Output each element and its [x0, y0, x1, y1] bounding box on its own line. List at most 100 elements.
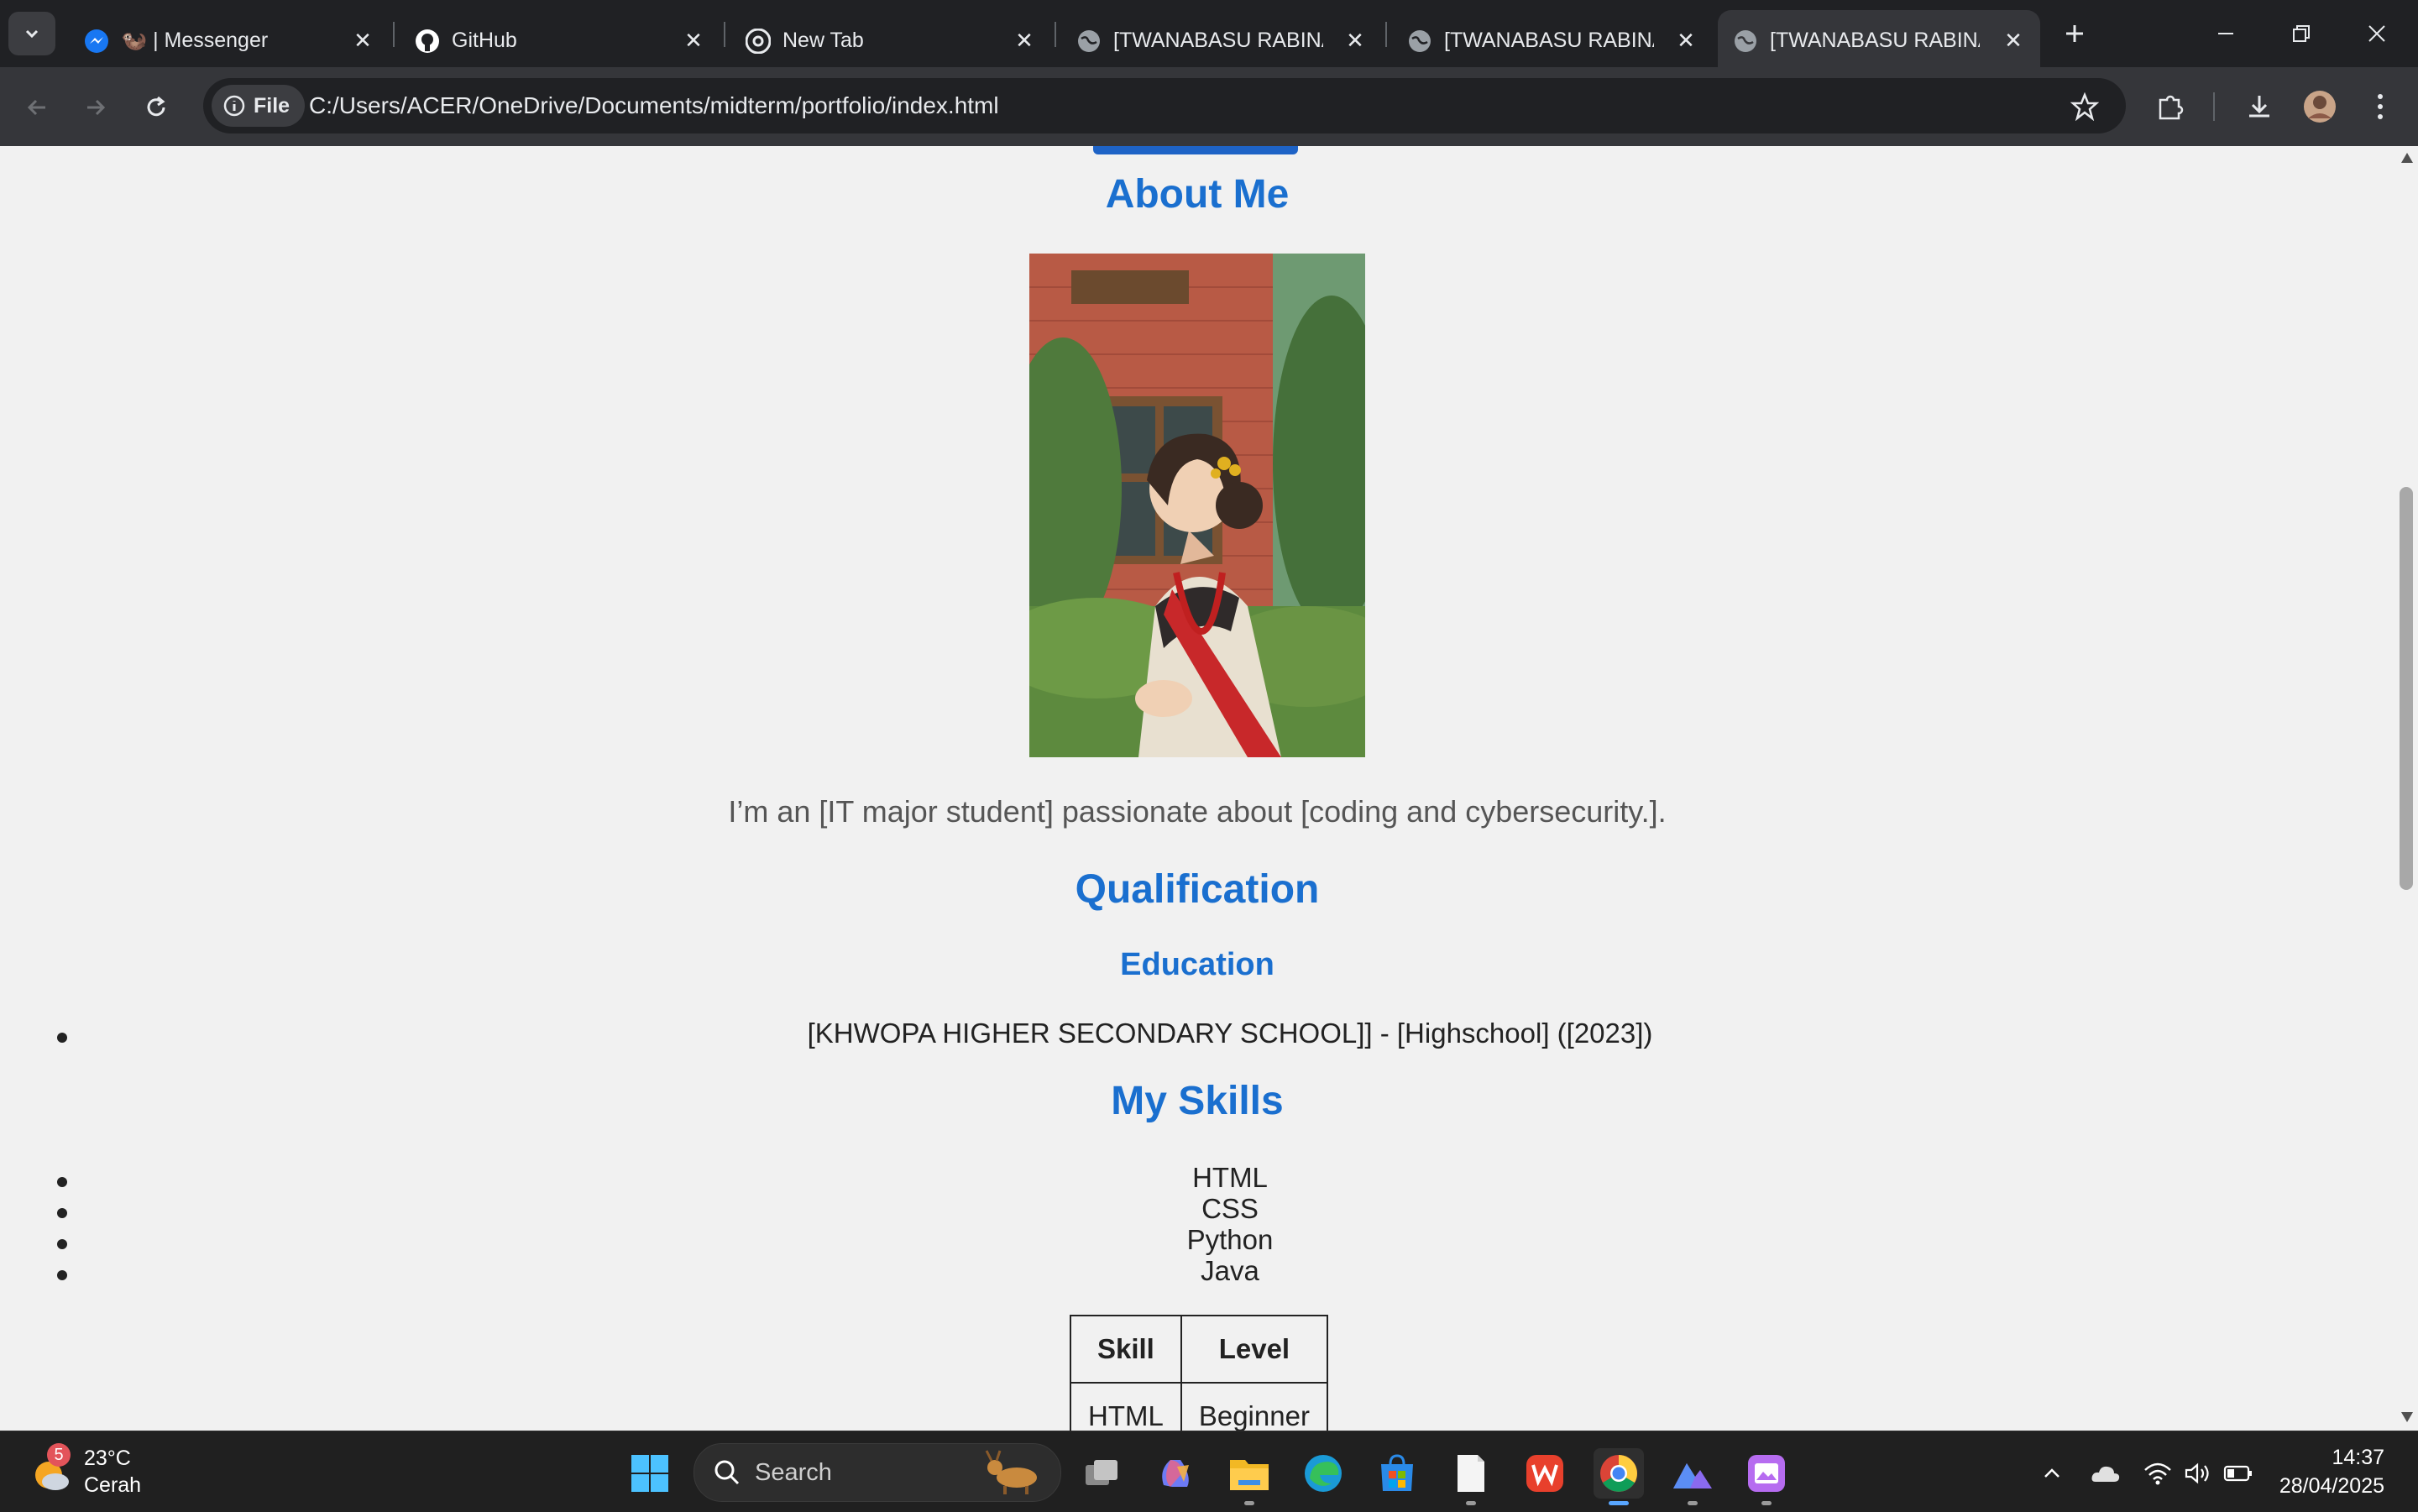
copilot-icon [1162, 1460, 1189, 1487]
volume-icon[interactable] [2181, 1457, 2215, 1490]
notepad-button[interactable] [1446, 1448, 1496, 1505]
info-icon [223, 95, 245, 117]
close-icon[interactable]: ✕ [1674, 28, 1698, 53]
back-button[interactable] [17, 87, 57, 128]
close-icon[interactable]: ✕ [1343, 28, 1367, 53]
page-viewport: About Me I’m an [IT major student] passi… [0, 146, 2394, 1431]
table-header: Level [1180, 1315, 1328, 1384]
restore-icon [2293, 25, 2310, 42]
toolbar-divider [2213, 92, 2215, 121]
url-text[interactable]: C:/Users/ACER/OneDrive/Documents/midterm… [309, 92, 999, 119]
list-bullet [57, 1270, 67, 1280]
mountain-icon [1673, 1463, 1712, 1488]
bookmark-star-button[interactable] [2064, 86, 2106, 128]
taskbar-search[interactable]: Search [693, 1443, 1061, 1502]
snipping-tool-button[interactable] [1741, 1448, 1792, 1505]
more-vertical-icon [2378, 94, 2383, 119]
close-icon[interactable]: ✕ [2002, 28, 2025, 53]
search-label: Search [755, 1459, 832, 1486]
nav-button-edge[interactable] [1093, 146, 1298, 154]
task-view-icon [1086, 1460, 1117, 1485]
table-cell: Beginner [1180, 1382, 1328, 1431]
chevron-up-icon [2044, 1468, 2059, 1478]
scroll-up-arrow[interactable] [2401, 153, 2413, 163]
tab-strip: 🦦 | Messenger ✕ GitHub ✕ New Tab ✕ [TWAN… [0, 0, 2418, 67]
tab-portfolio-2[interactable]: [TWANABASU RABINA] ✕ [1392, 10, 1713, 67]
task-view-button[interactable] [1076, 1448, 1127, 1499]
store-icon [1381, 1454, 1413, 1491]
edge-button[interactable] [1298, 1448, 1348, 1499]
table-cell: HTML [1070, 1382, 1182, 1431]
address-bar[interactable]: File C:/Users/ACER/OneDrive/Documents/mi… [203, 78, 2126, 133]
chrome-button[interactable] [1594, 1448, 1644, 1505]
weather-temp: 23°C [84, 1447, 131, 1470]
close-icon [2368, 25, 2385, 42]
forward-button[interactable] [76, 87, 116, 128]
site-info-chip[interactable]: File [212, 85, 306, 127]
chrome-icon [1600, 1455, 1637, 1492]
system-clock[interactable]: 14:37 28/04/2025 [2279, 1443, 2384, 1500]
extensions-button[interactable] [2149, 86, 2191, 128]
windows-taskbar: 5 23°C Cerah Search 14:37 28/04/2025 [0, 1431, 2418, 1512]
avatar-icon [2304, 91, 2336, 123]
profile-avatar[interactable] [2299, 86, 2341, 128]
copilot-button[interactable] [1150, 1448, 1201, 1499]
photos-app-button[interactable] [1667, 1448, 1718, 1505]
onedrive-icon[interactable] [2089, 1457, 2122, 1490]
tab-new-tab[interactable]: New Tab ✕ [730, 10, 1051, 67]
skill-item: Java [1201, 1255, 1259, 1286]
tab-portfolio-1[interactable]: [TWANABASU RABINA] ✕ [1061, 10, 1382, 67]
globe-icon [1733, 29, 1758, 54]
site-info-label: File [254, 93, 290, 118]
skills-table: Skill Level HTML Beginner [1070, 1315, 1328, 1431]
image-edit-icon [1748, 1455, 1785, 1492]
file-explorer-button[interactable] [1224, 1448, 1274, 1505]
github-icon [415, 29, 440, 54]
tab-search-button[interactable] [8, 12, 55, 55]
globe-icon [1407, 29, 1432, 54]
arrow-right-icon [87, 99, 106, 116]
minimize-button[interactable] [2188, 8, 2264, 59]
puzzle-icon [2159, 95, 2184, 120]
folder-icon [1230, 1460, 1269, 1490]
tab-messenger[interactable]: 🦦 | Messenger ✕ [69, 10, 390, 67]
tab-github[interactable]: GitHub ✕ [400, 10, 720, 67]
plus-icon [2066, 25, 2083, 42]
scrollbar-thumb[interactable] [2400, 487, 2413, 890]
start-button[interactable] [625, 1448, 675, 1499]
wps-icon [1526, 1455, 1563, 1492]
edge-icon [1305, 1455, 1342, 1492]
minimize-icon [2218, 33, 2233, 34]
close-icon[interactable]: ✕ [682, 28, 705, 53]
new-tab-button[interactable] [2037, 8, 2112, 59]
scroll-down-arrow[interactable] [2401, 1412, 2413, 1422]
close-icon[interactable]: ✕ [1013, 28, 1036, 53]
table-header: Skill [1070, 1315, 1182, 1384]
arrow-left-icon [27, 99, 45, 116]
reload-button[interactable] [136, 87, 176, 128]
list-bullet [57, 1033, 67, 1043]
search-icon [714, 1460, 740, 1485]
vertical-scrollbar[interactable] [2394, 146, 2418, 1431]
tab-label: 🦦 | Messenger [121, 29, 269, 52]
running-indicator [1244, 1501, 1254, 1505]
downloads-button[interactable] [2238, 86, 2280, 128]
weather-widget[interactable]: 5 23°C Cerah [30, 1443, 156, 1500]
restore-button[interactable] [2264, 8, 2339, 59]
menu-button[interactable] [2359, 86, 2401, 128]
about-heading: About Me [1105, 172, 1290, 217]
tab-portfolio-active[interactable]: [TWANABASU RABINA] ✕ [1718, 10, 2040, 67]
wifi-icon[interactable] [2141, 1457, 2175, 1490]
close-icon[interactable]: ✕ [351, 28, 374, 53]
show-hidden-icons-button[interactable] [2035, 1457, 2069, 1490]
document-icon [1458, 1455, 1484, 1492]
skill-item: HTML [1192, 1162, 1268, 1193]
running-indicator [1466, 1501, 1476, 1505]
wps-office-button[interactable] [1520, 1448, 1570, 1499]
tab-label: [TWANABASU RABINA] [1770, 29, 1980, 52]
close-window-button[interactable] [2339, 8, 2415, 59]
chevron-down-icon [25, 29, 39, 39]
battery-icon[interactable] [2222, 1457, 2255, 1490]
microsoft-store-button[interactable] [1372, 1448, 1422, 1499]
tab-label: New Tab [782, 29, 864, 52]
